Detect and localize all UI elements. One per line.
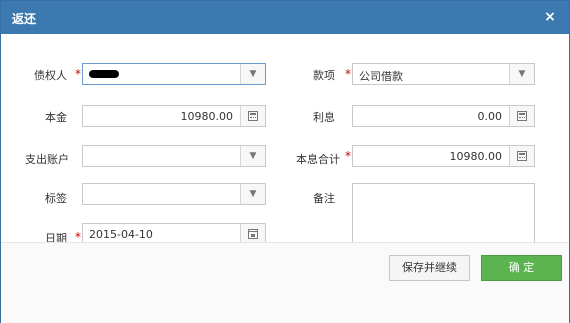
interest-label: 利息 [313,111,335,124]
chevron-down-icon[interactable]: ▼ [240,184,265,204]
dialog-title: 返还 [12,12,37,26]
total-required-mark: * [345,149,351,163]
tag-select[interactable]: ▼ [82,183,266,205]
creditor-select[interactable]: ▼ [82,63,266,85]
total-label: 本息合计 [296,153,340,166]
item-label: 款项 [313,69,335,82]
total-value: 10980.00 [449,150,503,163]
note-label: 备注 [313,192,335,205]
confirm-button[interactable]: 确 定 [481,255,562,281]
chevron-down-icon[interactable]: ▼ [240,64,265,84]
item-required-mark: * [345,67,351,81]
creditor-required-mark: * [75,67,81,81]
interest-input[interactable]: 0.00 [352,105,535,127]
form-body: 债权人 * ▼ 款项 * 公司借款 ▼ 本金 10980.00 利息 0.00 … [1,34,569,274]
interest-value: 0.00 [477,110,503,123]
dialog-footer: 保存并继续 确 定 [1,242,569,323]
creditor-redacted-value [89,70,119,78]
dialog-titlebar: 返还 × [1,1,569,34]
chevron-down-icon[interactable]: ▼ [509,64,534,84]
creditor-label: 债权人 [34,69,67,82]
calendar-icon[interactable] [240,224,265,244]
calculator-icon[interactable] [509,106,534,126]
date-value: 2015-04-10 [89,228,153,241]
item-select[interactable]: 公司借款 ▼ [352,63,535,85]
chevron-down-icon[interactable]: ▼ [240,146,265,166]
tag-label: 标签 [45,192,67,205]
save-and-continue-button[interactable]: 保存并继续 [389,255,470,281]
account-label: 支出账户 [25,153,69,166]
principal-input[interactable]: 10980.00 [82,105,266,127]
note-textarea[interactable] [352,183,535,246]
close-icon[interactable]: × [541,7,559,27]
dialog: 返还 × 债权人 * ▼ 款项 * 公司借款 ▼ 本金 10980.00 利息 … [0,0,570,323]
calculator-icon[interactable] [509,146,534,166]
account-select[interactable]: ▼ [82,145,266,167]
principal-value: 10980.00 [180,110,234,123]
principal-label: 本金 [45,111,67,124]
calculator-icon[interactable] [240,106,265,126]
total-input[interactable]: 10980.00 [352,145,535,167]
item-value: 公司借款 [359,70,403,83]
